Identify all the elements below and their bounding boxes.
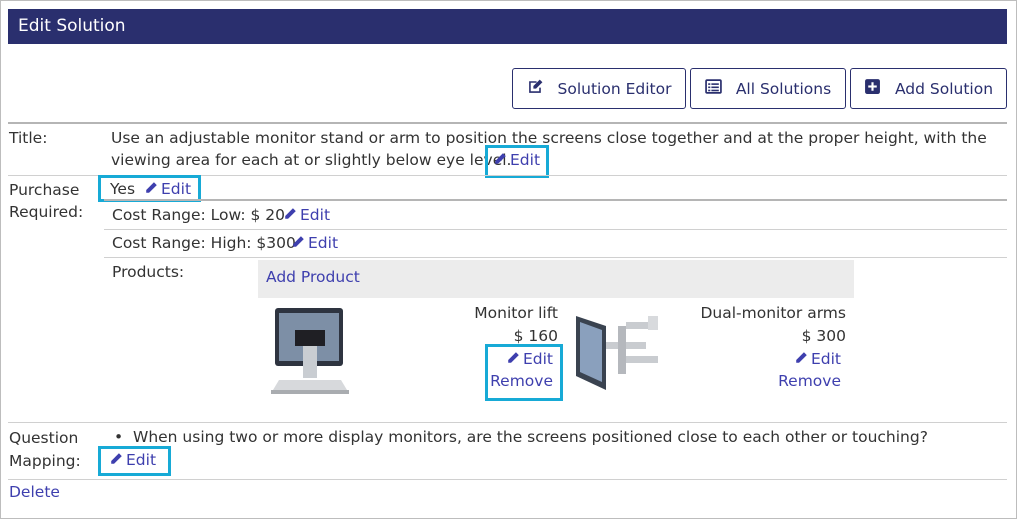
cost-low-edit-link[interactable]: Edit xyxy=(284,204,330,226)
cost-low-text: Cost Range: Low: $ 20 xyxy=(112,206,285,224)
pencil-icon xyxy=(110,449,123,471)
list-icon xyxy=(705,78,722,99)
title-label: Title: xyxy=(9,129,48,147)
cost-high-text: Cost Range: High: $300 xyxy=(112,234,296,252)
product-name: Dual-monitor arms xyxy=(700,304,846,322)
divider xyxy=(8,122,1007,124)
pencil-icon xyxy=(507,348,520,370)
edit-square-icon xyxy=(527,78,544,99)
dual-monitor-arms-image xyxy=(572,306,664,404)
question-label-1: Question xyxy=(9,429,79,447)
edit-label: Edit xyxy=(810,350,841,368)
edit-label: Edit xyxy=(300,206,331,224)
question-edit-link[interactable]: Edit xyxy=(110,449,156,471)
add-solution-label: Add Solution xyxy=(894,79,994,98)
page-header: Edit Solution xyxy=(8,9,1007,44)
solution-editor-button[interactable]: Solution Editor xyxy=(512,68,686,109)
pencil-icon xyxy=(284,204,297,226)
divider xyxy=(8,479,1007,480)
divider xyxy=(104,257,1007,258)
edit-label: Edit xyxy=(522,350,553,368)
bullet-icon: • xyxy=(114,428,124,446)
product-edit-link[interactable]: Edit xyxy=(680,348,841,370)
question-text: When using two or more display monitors,… xyxy=(133,428,928,446)
edit-label: Edit xyxy=(126,451,157,469)
title-line-2: viewing area for each at or slightly bel… xyxy=(111,151,512,169)
cost-high-edit-link[interactable]: Edit xyxy=(292,232,338,254)
solution-editor-label: Solution Editor xyxy=(557,79,672,98)
pencil-icon xyxy=(795,348,808,370)
purchase-label-1: Purchase xyxy=(9,181,80,199)
all-solutions-button[interactable]: All Solutions xyxy=(690,68,846,109)
product-name: Monitor lift xyxy=(474,304,558,322)
plus-square-icon xyxy=(864,78,881,99)
all-solutions-label: All Solutions xyxy=(735,79,832,98)
product-remove-link[interactable]: Remove xyxy=(680,370,841,392)
products-label: Products: xyxy=(112,263,185,281)
add-product-link[interactable]: Add Product xyxy=(258,260,854,298)
edit-label: Edit xyxy=(161,180,192,198)
add-solution-button[interactable]: Add Solution xyxy=(850,68,1007,109)
product-edit-link[interactable]: Edit xyxy=(440,348,553,370)
purchase-edit-link[interactable]: Edit xyxy=(145,178,191,200)
pencil-icon xyxy=(292,232,305,254)
title-edit-link[interactable]: Edit xyxy=(494,149,540,171)
purchase-value: Yes xyxy=(110,180,136,198)
product-price: $ 300 xyxy=(801,327,846,345)
product-remove-link[interactable]: Remove xyxy=(440,370,553,392)
delete-link[interactable]: Delete xyxy=(9,481,60,503)
monitor-lift-image xyxy=(265,304,355,404)
edit-label: Edit xyxy=(308,234,339,252)
page-title: Edit Solution xyxy=(18,16,126,36)
divider xyxy=(104,199,1007,201)
pencil-icon xyxy=(145,178,158,200)
pencil-icon xyxy=(494,149,507,171)
divider xyxy=(104,229,1007,230)
edit-label: Edit xyxy=(510,151,541,169)
purchase-label-2: Required: xyxy=(9,203,84,221)
divider xyxy=(8,422,1007,423)
question-label-2: Mapping: xyxy=(9,452,81,470)
